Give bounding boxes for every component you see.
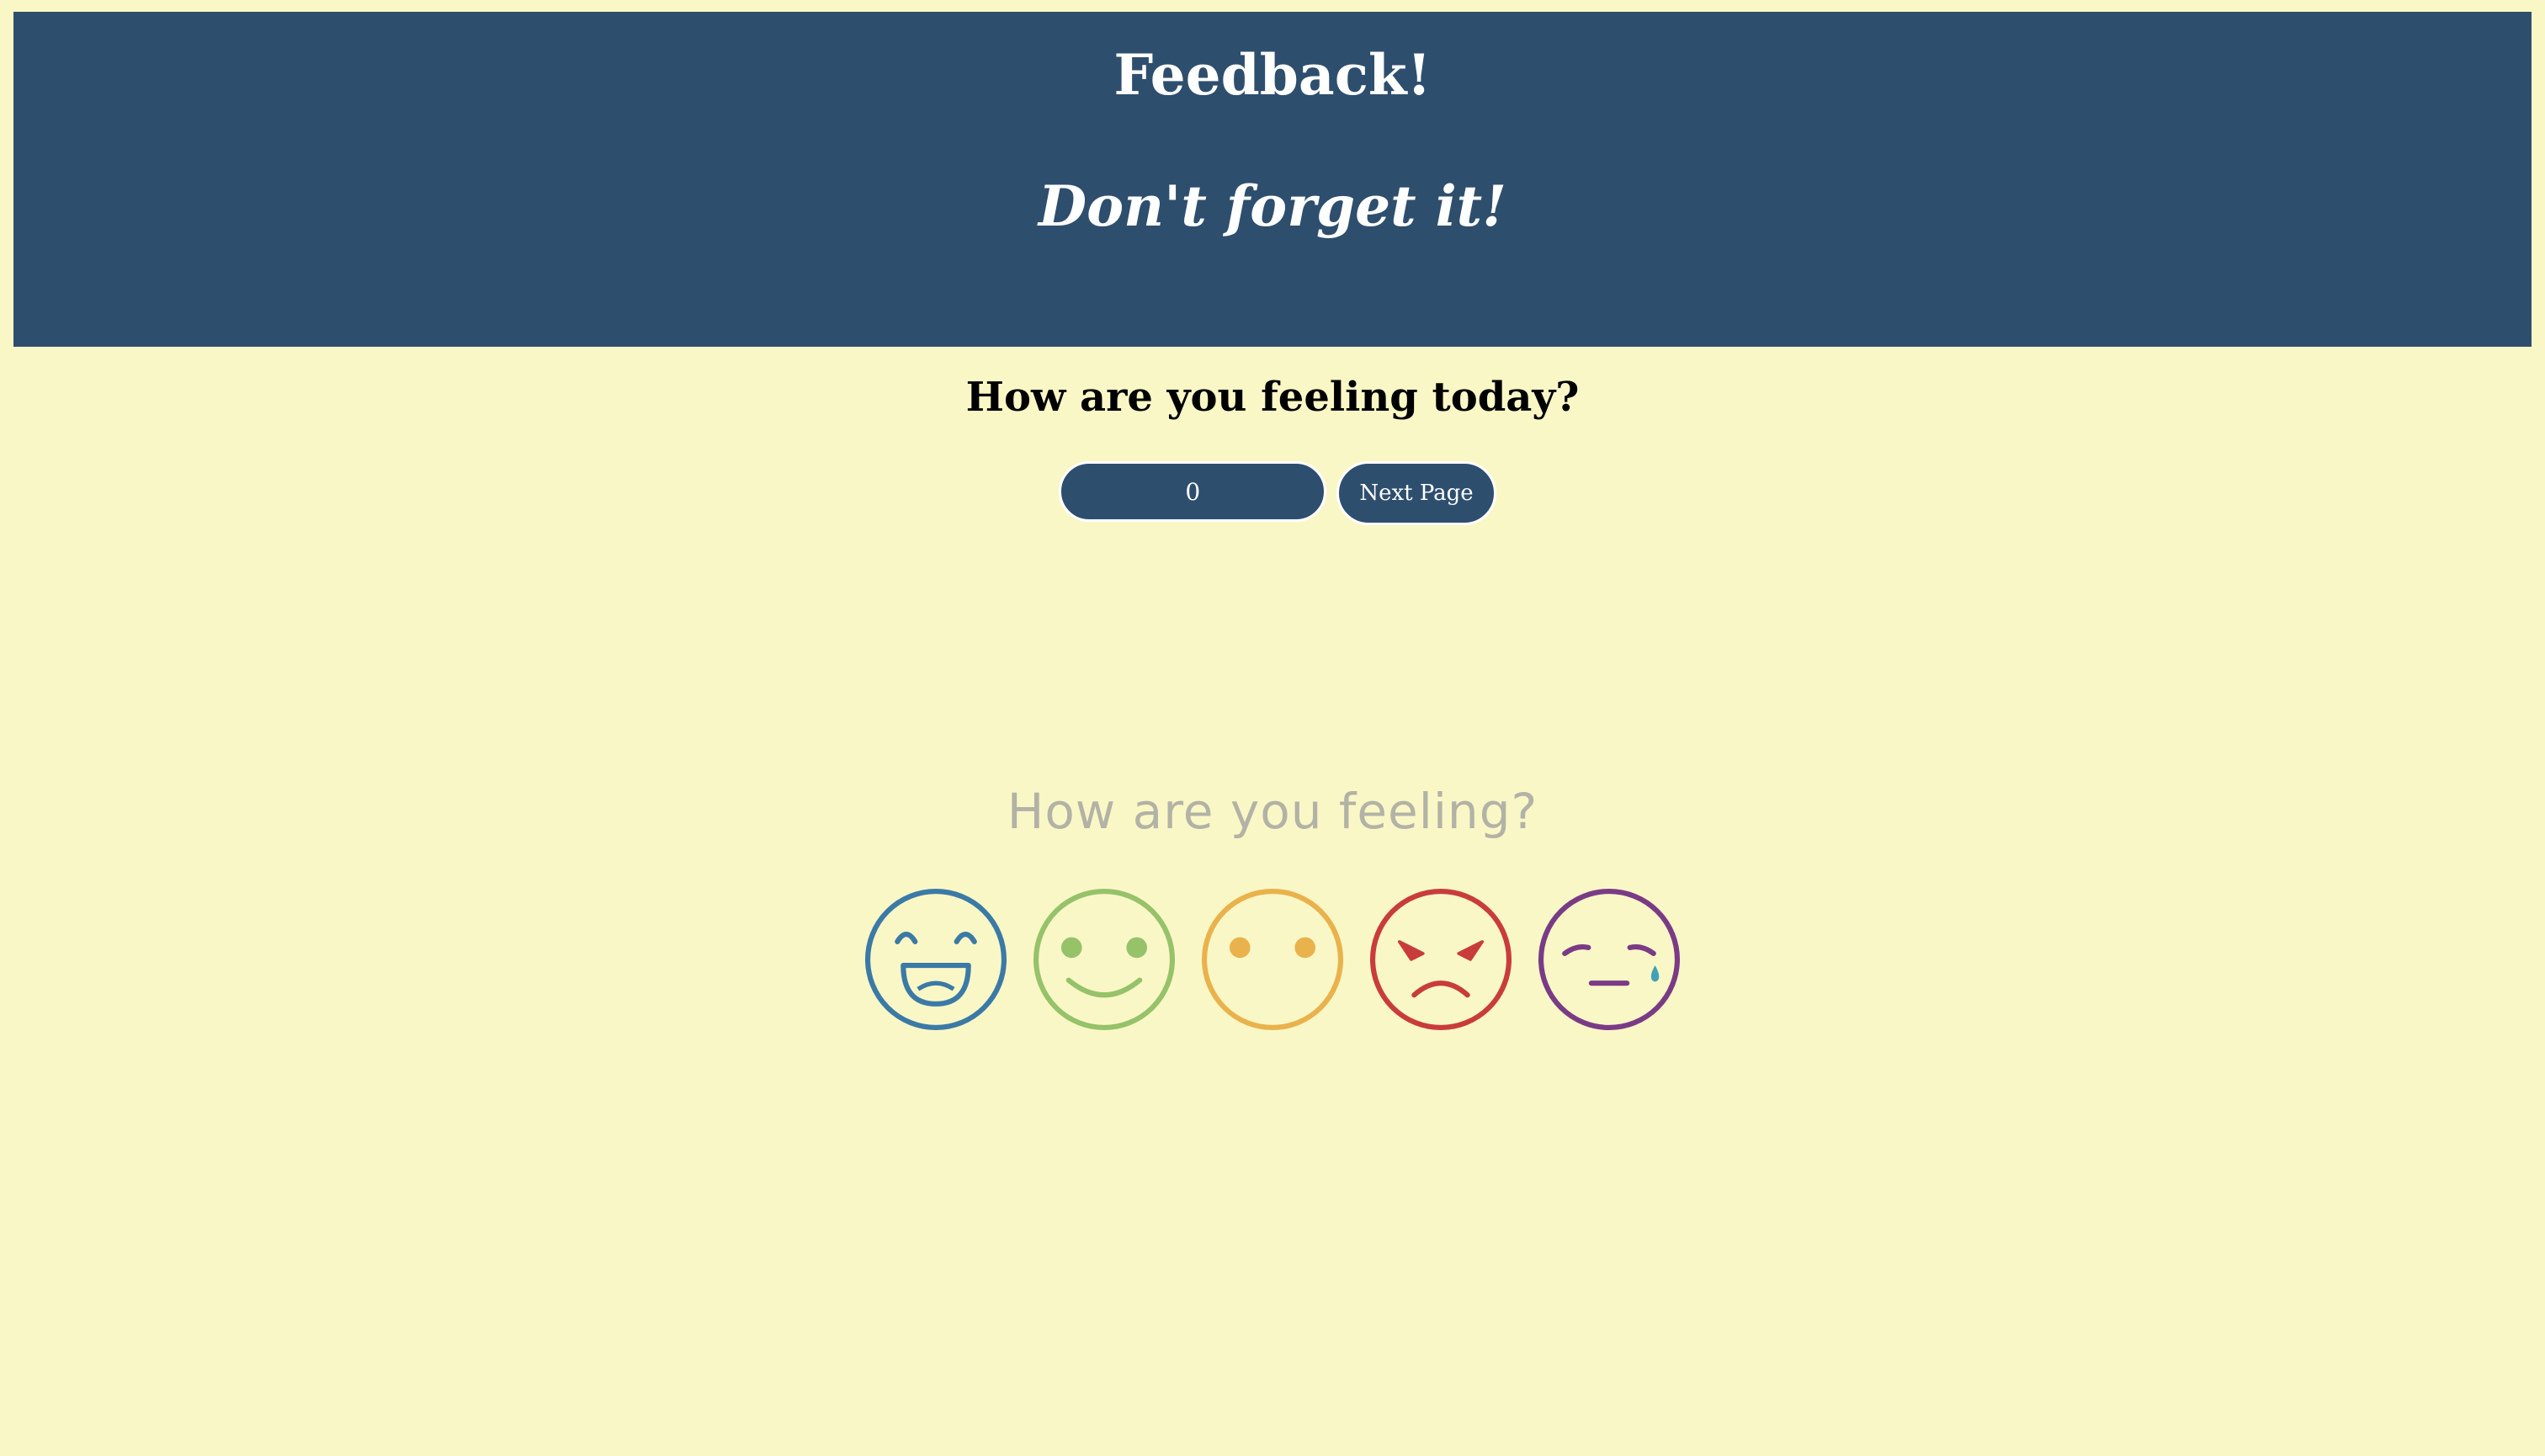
feedback-form: Next Page bbox=[0, 461, 2545, 525]
feeling-caption: How are you feeling? bbox=[1007, 783, 1538, 840]
next-page-button[interactable]: Next Page bbox=[1336, 461, 1496, 525]
header-banner: Feedback! Don't forget it! bbox=[13, 12, 2532, 347]
page-title: Feedback! bbox=[1113, 42, 1432, 108]
mood-input[interactable] bbox=[1059, 461, 1327, 522]
page-subtitle: Don't forget it! bbox=[1038, 173, 1507, 239]
neutral-face-icon[interactable] bbox=[1198, 885, 1347, 1034]
feeling-question: How are you feeling today? bbox=[965, 374, 1580, 421]
feeling-graphic: How are you feeling? bbox=[0, 783, 2545, 1031]
crying-face-icon[interactable] bbox=[1535, 885, 1683, 1034]
angry-face-icon[interactable] bbox=[1367, 885, 1515, 1034]
laughing-face-icon[interactable] bbox=[862, 885, 1010, 1034]
smiling-face-icon[interactable] bbox=[1030, 885, 1178, 1034]
emoji-scale bbox=[862, 885, 1683, 1037]
